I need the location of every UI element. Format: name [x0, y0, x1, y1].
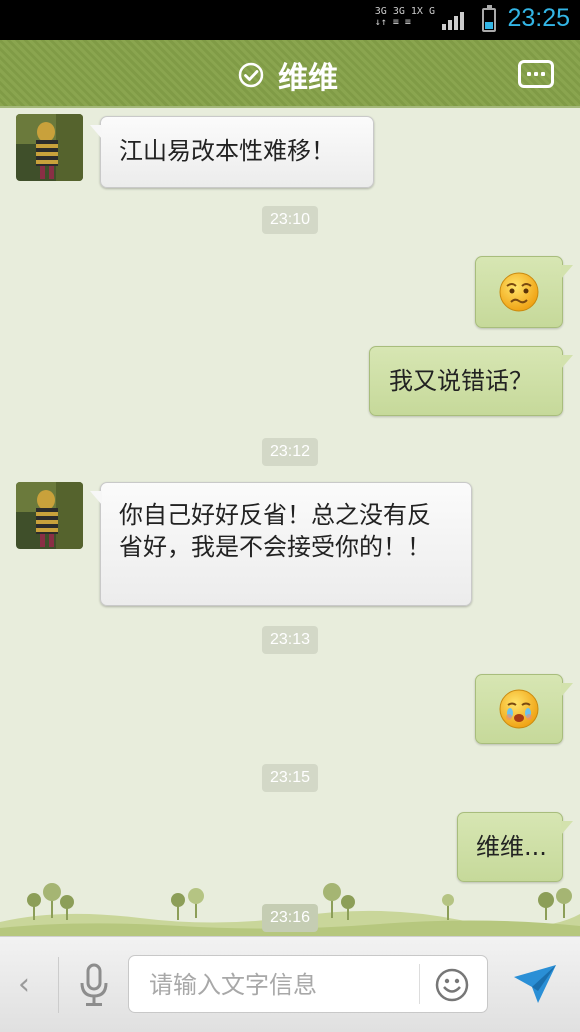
- send-icon[interactable]: [512, 963, 558, 1005]
- title-bar: 维维: [0, 40, 580, 108]
- message-text: 我又说错话？: [389, 367, 533, 395]
- contact-photo: [16, 114, 83, 181]
- status-time: 23:25: [507, 4, 570, 32]
- worried-face-emoji: [499, 272, 539, 312]
- battery-icon: [482, 5, 496, 32]
- message-timestamp: 23:16: [261, 904, 319, 932]
- chat-area[interactable]: 江山易改本性难移！ 23:10 我又说错话？ 23:12 你自己好好反省！总之没…: [0, 108, 580, 936]
- message-input[interactable]: [147, 966, 411, 1004]
- message-text: 你自己好好反省！总之没有反省好，我是不会接受你的！！: [119, 501, 431, 561]
- message-text: 维维...: [476, 833, 547, 861]
- divider: [419, 964, 420, 1004]
- message-bubble-incoming[interactable]: 江山易改本性难移！: [90, 116, 374, 188]
- message-text: 江山易改本性难移！: [119, 137, 335, 165]
- message-timestamp: 23:15: [261, 764, 319, 792]
- message-timestamp: 23:12: [261, 438, 319, 466]
- smiley-icon[interactable]: [435, 968, 469, 1002]
- chat-title: 维维: [278, 61, 338, 96]
- message-timestamp: 23:13: [261, 626, 319, 654]
- message-bubble-outgoing[interactable]: 我又说错话？: [369, 346, 573, 416]
- status-bar: 3G 3G 1X G ↓↑ ≡ ≡ 23:25: [0, 0, 580, 40]
- more-icon-dot: [534, 72, 538, 76]
- divider: [58, 957, 59, 1013]
- microphone-icon[interactable]: [78, 963, 110, 1007]
- message-timestamp: 23:10: [261, 206, 319, 234]
- message-bubble-outgoing[interactable]: [475, 674, 573, 744]
- message-bubble-outgoing[interactable]: 维维...: [457, 812, 573, 882]
- more-button[interactable]: [518, 60, 554, 88]
- contact-photo: [16, 482, 83, 549]
- more-icon-dot: [541, 72, 545, 76]
- more-icon-dot: [527, 72, 531, 76]
- signal-icon: [442, 12, 464, 30]
- collapse-button[interactable]: ‹: [18, 967, 30, 1002]
- check-circle-icon: [238, 62, 264, 88]
- avatar[interactable]: [16, 114, 83, 181]
- message-bubble-incoming[interactable]: 你自己好好反省！总之没有反省好，我是不会接受你的！！: [90, 482, 472, 606]
- input-bar: ‹: [0, 936, 580, 1032]
- network-indicator: 3G 3G 1X G ↓↑ ≡ ≡: [374, 6, 435, 28]
- message-bubble-outgoing[interactable]: [475, 256, 573, 328]
- message-input-field[interactable]: [128, 955, 488, 1013]
- crying-face-emoji: [499, 689, 539, 729]
- avatar[interactable]: [16, 482, 83, 549]
